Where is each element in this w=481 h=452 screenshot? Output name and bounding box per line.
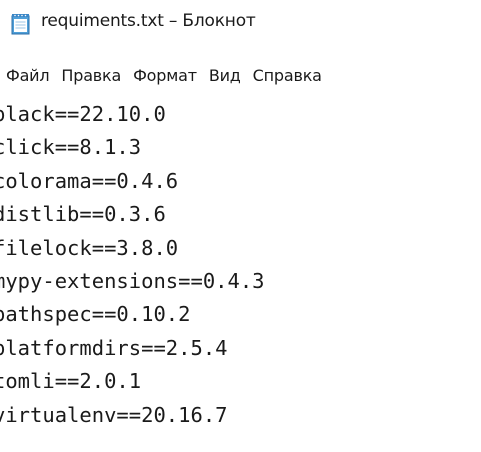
text-line: click==8.1.3 — [0, 135, 142, 160]
text-line: distlib==0.3.6 — [0, 202, 166, 227]
text-editor[interactable]: black==22.10.0 click==8.1.3 colorama==0.… — [0, 96, 481, 452]
text-line: colorama==0.4.6 — [0, 168, 179, 193]
menu-edit[interactable]: Правка — [55, 61, 127, 91]
text-line: mypy-extensions==0.4.3 — [0, 268, 265, 293]
menu-bar: Файл Правка Формат Вид Справка — [0, 60, 481, 92]
notepad-icon — [10, 13, 32, 35]
menu-view[interactable]: Вид — [203, 61, 247, 91]
title-bar[interactable]: requiments.txt – Блокнот — [0, 0, 481, 50]
menu-help[interactable]: Справка — [247, 61, 328, 91]
text-line: filelock==3.8.0 — [0, 235, 179, 260]
text-line: tomli==2.0.1 — [0, 369, 142, 394]
text-line: platformdirs==2.5.4 — [0, 335, 228, 360]
editor-lines: black==22.10.0 click==8.1.3 colorama==0.… — [0, 98, 265, 432]
menu-file[interactable]: Файл — [0, 61, 55, 91]
text-line: virtualenv==20.16.7 — [0, 402, 228, 427]
window-title: requiments.txt – Блокнот — [41, 11, 256, 31]
menu-format[interactable]: Формат — [127, 61, 203, 91]
text-line: pathspec==0.10.2 — [0, 302, 191, 327]
text-line: black==22.10.0 — [0, 102, 166, 126]
